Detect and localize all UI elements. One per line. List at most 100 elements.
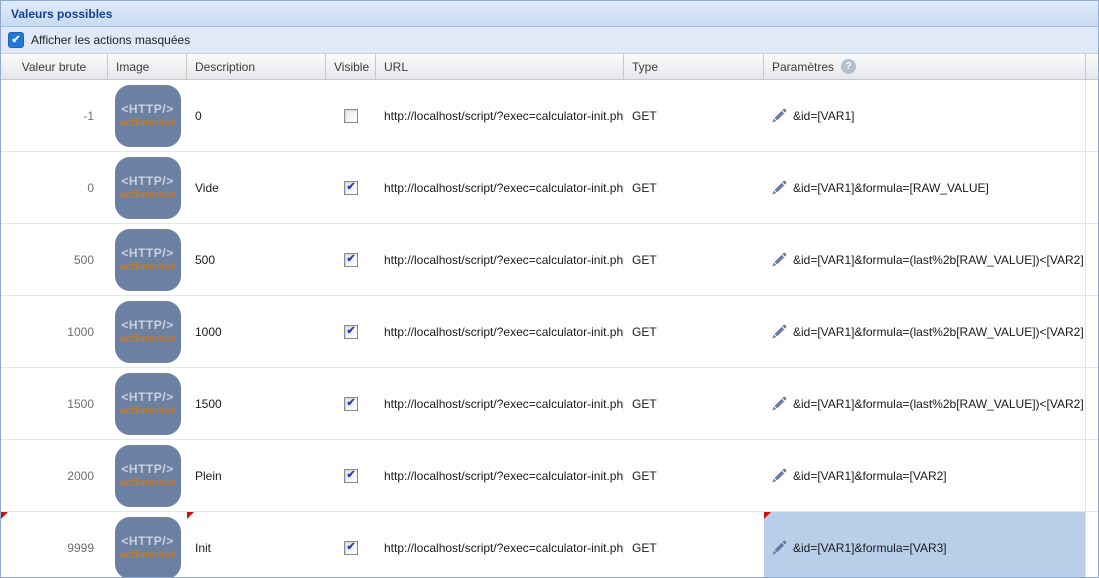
http-actionneur-image: <HTTP/>actionneur bbox=[115, 517, 181, 578]
cell-visible: ✔ bbox=[326, 440, 376, 511]
visible-checkbox[interactable]: ✔ bbox=[344, 253, 358, 267]
cell-type: GET bbox=[624, 512, 764, 577]
filter-checkbox[interactable]: ✔ bbox=[8, 32, 24, 48]
edit-params-icon[interactable] bbox=[772, 180, 787, 195]
column-header-parametres[interactable]: Paramètres ? bbox=[764, 54, 1086, 79]
column-header-parametres-label: Paramètres bbox=[772, 60, 834, 74]
visible-checkbox[interactable]: ✔ bbox=[344, 397, 358, 411]
type-text: GET bbox=[632, 325, 657, 339]
badge-actionneur-text: actionneur bbox=[119, 405, 175, 418]
url-text: http://localhost/script/?exec=calculator… bbox=[384, 109, 624, 123]
cell-image: <HTTP/>actionneur bbox=[108, 80, 187, 151]
valeur-brute-text: 2000 bbox=[67, 469, 94, 483]
column-header-description[interactable]: Description bbox=[187, 54, 326, 79]
type-text: GET bbox=[632, 253, 657, 267]
cell-image: <HTTP/>actionneur bbox=[108, 224, 187, 295]
cell-parametres: &id=[VAR1]&formula=[RAW_VALUE] bbox=[764, 152, 1086, 223]
table-row: 2000<HTTP/>actionneurPlein✔http://localh… bbox=[1, 440, 1098, 512]
visible-checkbox[interactable]: ✔ bbox=[344, 541, 358, 555]
description-text: 0 bbox=[195, 109, 202, 123]
table-row: 500<HTTP/>actionneur500✔http://localhost… bbox=[1, 224, 1098, 296]
cell-description: 500 bbox=[187, 224, 326, 295]
badge-http-text: <HTTP/> bbox=[121, 246, 173, 261]
cell-visible: ✔ bbox=[326, 368, 376, 439]
edit-params-icon[interactable] bbox=[772, 252, 787, 267]
cell-type: GET bbox=[624, 440, 764, 511]
column-header-visible[interactable]: Visible bbox=[326, 54, 376, 79]
description-text: 1500 bbox=[195, 397, 222, 411]
column-header-spacer bbox=[1086, 54, 1098, 79]
filter-checkbox-label: Afficher les actions masquées bbox=[31, 33, 190, 47]
valeur-brute-text: -1 bbox=[83, 109, 94, 123]
description-text: Init bbox=[195, 541, 211, 555]
table-row: 1500 <HTTP/>actionneur 1500 ✔ http://localho… bbox=[1, 368, 1098, 440]
column-header-valeur-brute[interactable]: Valeur brute bbox=[1, 54, 108, 79]
column-header-image[interactable]: Image bbox=[108, 54, 187, 79]
cell-valeur-brute: 500 bbox=[1, 224, 108, 295]
description-text: Vide bbox=[195, 181, 219, 195]
cell-description: Init bbox=[187, 512, 326, 577]
edit-params-icon[interactable] bbox=[772, 540, 787, 555]
type-text: GET bbox=[632, 541, 657, 555]
cell-parametres: &id=[VAR1] bbox=[764, 80, 1086, 151]
description-text: 500 bbox=[195, 253, 215, 267]
cell-parametres: &id=[VAR1]&formula=(last%2b[RAW_VALUE])<… bbox=[764, 368, 1086, 439]
table-row: 0<HTTP/>actionneurVide✔http://localhost/… bbox=[1, 152, 1098, 224]
visible-checkbox[interactable]: ✔ bbox=[344, 325, 358, 339]
valeur-brute-text: 1500 bbox=[67, 397, 94, 411]
type-text: GET bbox=[632, 181, 657, 195]
url-text: http://localhost/script/?exec=calculator… bbox=[384, 253, 624, 267]
cell-visible bbox=[326, 80, 376, 151]
cell-type: GET bbox=[624, 296, 764, 367]
help-icon[interactable]: ? bbox=[841, 59, 856, 74]
cell-valeur-brute: 2000 bbox=[1, 440, 108, 511]
url-text: http://localhost/script/?exec=calculator… bbox=[384, 541, 624, 555]
edit-params-icon[interactable] bbox=[772, 396, 787, 411]
cell-spacer bbox=[1086, 80, 1098, 151]
description-text: Plein bbox=[195, 469, 222, 483]
cell-spacer bbox=[1086, 152, 1098, 223]
table-row: 9999<HTTP/>actionneurInit✔http://localho… bbox=[1, 512, 1098, 577]
visible-checkbox[interactable] bbox=[344, 109, 358, 123]
cell-image: <HTTP/>actionneur bbox=[108, 368, 187, 439]
table-row: -1 <HTTP/>actionneur 0 http://localhost/scr… bbox=[1, 80, 1098, 152]
panel-title: Valeurs possibles bbox=[11, 7, 112, 21]
cell-url: http://localhost/script/?exec=calculator… bbox=[376, 224, 624, 295]
http-actionneur-image: <HTTP/>actionneur bbox=[115, 85, 181, 147]
cell-parametres: &id=[VAR1]&formula=[VAR3] bbox=[764, 512, 1086, 577]
column-header-url[interactable]: URL bbox=[376, 54, 624, 79]
http-actionneur-image: <HTTP/>actionneur bbox=[115, 229, 181, 291]
cell-image: <HTTP/>actionneur bbox=[108, 296, 187, 367]
cell-type: GET bbox=[624, 152, 764, 223]
cell-url: http://localhost/script/?exec=calculator… bbox=[376, 368, 624, 439]
parametres-text: &id=[VAR1] bbox=[793, 109, 854, 123]
visible-checkbox[interactable]: ✔ bbox=[344, 469, 358, 483]
type-text: GET bbox=[632, 469, 657, 483]
table-row: 1000<HTTP/>actionneur1000✔http://localho… bbox=[1, 296, 1098, 368]
badge-http-text: <HTTP/> bbox=[121, 102, 173, 117]
cell-image: <HTTP/>actionneur bbox=[108, 152, 187, 223]
visible-checkbox[interactable]: ✔ bbox=[344, 181, 358, 195]
cell-type: GET bbox=[624, 224, 764, 295]
badge-actionneur-text: actionneur bbox=[119, 189, 175, 202]
type-text: GET bbox=[632, 109, 657, 123]
cell-spacer bbox=[1086, 296, 1098, 367]
cell-image: <HTTP/>actionneur bbox=[108, 512, 187, 577]
panel-header: Valeurs possibles bbox=[1, 1, 1098, 27]
cell-url: http://localhost/script/?exec=calculator… bbox=[376, 440, 624, 511]
cell-parametres: &id=[VAR1]&formula=(last%2b[RAW_VALUE])<… bbox=[764, 224, 1086, 295]
badge-http-text: <HTTP/> bbox=[121, 534, 173, 549]
cell-type: GET bbox=[624, 368, 764, 439]
table-body: -1<HTTP/>actionneur0http://localhost/scr… bbox=[1, 80, 1098, 577]
cell-valeur-brute: 1000 bbox=[1, 296, 108, 367]
edit-params-icon[interactable] bbox=[772, 324, 787, 339]
cell-spacer bbox=[1086, 368, 1098, 439]
edit-params-icon[interactable] bbox=[772, 468, 787, 483]
cell-visible: ✔ bbox=[326, 152, 376, 223]
badge-actionneur-text: actionneur bbox=[119, 117, 175, 130]
cell-visible: ✔ bbox=[326, 296, 376, 367]
table-header-row: Valeur brute Image Description Visible U… bbox=[1, 54, 1098, 80]
http-actionneur-image: <HTTP/>actionneur bbox=[115, 157, 181, 219]
edit-params-icon[interactable] bbox=[772, 108, 787, 123]
column-header-type[interactable]: Type bbox=[624, 54, 764, 79]
